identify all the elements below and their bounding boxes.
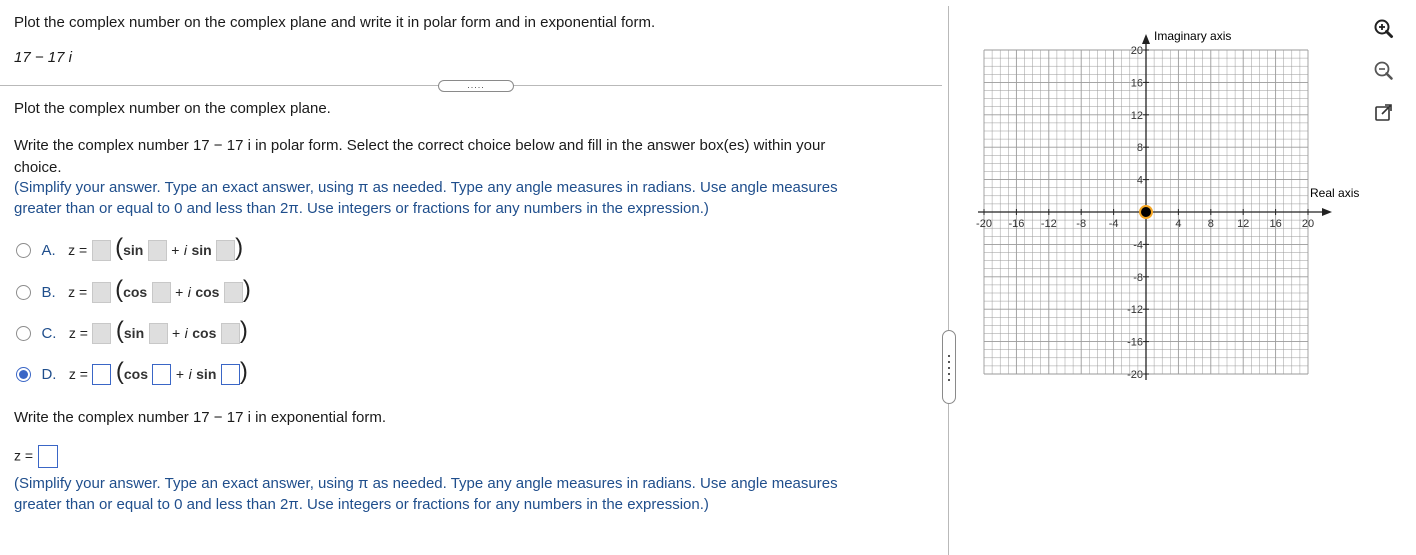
answer-box-angle2 xyxy=(220,323,240,345)
popout-icon[interactable] xyxy=(1373,102,1395,124)
answer-box-angle1 xyxy=(147,240,167,262)
y-tick-label: -16 xyxy=(1127,337,1143,349)
x-tick-label: 4 xyxy=(1175,218,1181,230)
plus: + xyxy=(175,284,184,300)
radio-b[interactable] xyxy=(16,285,31,301)
imag-unit: i xyxy=(188,366,192,382)
z-label: z = xyxy=(68,325,88,341)
plus: + xyxy=(171,242,180,258)
imag-unit: i xyxy=(187,284,191,300)
x-tick-label: 8 xyxy=(1208,218,1214,230)
y-tick-label: 4 xyxy=(1137,175,1143,187)
answer-box-angle2 xyxy=(223,282,243,304)
imaginary-axis-label: Imaginary axis xyxy=(1154,29,1231,43)
part3-text: Write the complex number 17 − 17 i in ex… xyxy=(14,409,386,426)
y-tick-label: 8 xyxy=(1137,142,1143,154)
fn-label: cos xyxy=(192,325,217,341)
choice-letter: D. xyxy=(41,366,57,383)
complex-number: 17 − 17 i xyxy=(14,49,72,66)
answer-box-modulus[interactable] xyxy=(92,364,112,386)
z-label: z = xyxy=(68,366,88,382)
fn-label: cos xyxy=(195,284,220,300)
radio-a[interactable] xyxy=(16,243,31,259)
x-tick-label: -16 xyxy=(1008,218,1024,230)
answer-box-modulus xyxy=(91,240,111,262)
x-tick-label: -8 xyxy=(1076,218,1086,230)
axes xyxy=(978,34,1332,380)
y-tick-label: 12 xyxy=(1131,110,1143,122)
y-tick-label: -4 xyxy=(1133,239,1143,251)
part2-text-line1: Write the complex number 17 − 17 i in po… xyxy=(14,137,826,154)
imaginary-axis-arrow xyxy=(1142,34,1150,44)
fn-label: sin xyxy=(123,325,145,341)
choice-a[interactable]: A. z = (sin + i sin ) xyxy=(16,236,243,262)
choice-letter: A. xyxy=(41,242,56,259)
part2-text-line2: choice. xyxy=(14,159,62,176)
point-dot[interactable] xyxy=(1141,207,1151,217)
x-tick-label: 12 xyxy=(1237,218,1249,230)
imag-unit: i xyxy=(183,242,187,258)
y-tick-label: 20 xyxy=(1131,45,1143,57)
radio-d-selected[interactable] xyxy=(16,367,31,383)
fn-label: sin xyxy=(196,366,217,382)
question-prompt: Plot the complex number on the complex p… xyxy=(14,14,656,31)
exponential-answer-row: z = xyxy=(14,445,58,468)
x-tick-label: -20 xyxy=(976,218,992,230)
fn-label: cos xyxy=(123,366,149,382)
plotted-point[interactable] xyxy=(1139,205,1153,219)
panel-resize-handle[interactable] xyxy=(942,330,956,404)
y-tick-label: -20 xyxy=(1127,369,1143,381)
part1-text: Plot the complex number on the complex p… xyxy=(14,100,331,117)
radio-c[interactable] xyxy=(16,326,31,342)
real-axis-arrow xyxy=(1322,208,1332,216)
answer-box-angle1[interactable] xyxy=(152,364,172,386)
part2-instruction-line2: greater than or equal to 0 and less than… xyxy=(14,200,709,217)
z-label: z = xyxy=(68,284,88,300)
answer-box-modulus xyxy=(91,282,111,304)
real-axis-label: Real axis xyxy=(1310,186,1359,200)
answer-box-angle1 xyxy=(151,282,171,304)
imag-unit: i xyxy=(184,325,188,341)
choice-c[interactable]: C. z = (sin + i cos ) xyxy=(16,319,248,345)
fn-label: sin xyxy=(191,242,212,258)
part3-instruction-line2: greater than or equal to 0 and less than… xyxy=(14,496,709,513)
part2-instruction-line1: (Simplify your answer. Type an exact ans… xyxy=(14,179,838,196)
choice-d[interactable]: D. z = (cos + i sin ) xyxy=(16,360,248,386)
y-tick-label: 16 xyxy=(1131,77,1143,89)
y-tick-label: -8 xyxy=(1133,272,1143,284)
part3-instruction-line1: (Simplify your answer. Type an exact ans… xyxy=(14,475,838,492)
answer-box-angle1 xyxy=(148,323,168,345)
zoom-out-icon[interactable] xyxy=(1372,60,1394,82)
answer-box-angle2 xyxy=(216,240,236,262)
x-tick-label: -4 xyxy=(1109,218,1119,230)
x-tick-label: 16 xyxy=(1269,218,1281,230)
z-label: z = xyxy=(14,447,34,464)
zoom-in-icon[interactable] xyxy=(1372,18,1394,40)
y-tick-label: -12 xyxy=(1127,304,1143,316)
panel-divider xyxy=(948,6,949,555)
z-label: z = xyxy=(68,242,88,258)
answer-box-modulus xyxy=(92,323,112,345)
choice-letter: C. xyxy=(41,325,57,342)
plus: + xyxy=(172,325,181,341)
plus: + xyxy=(175,366,185,382)
fn-label: sin xyxy=(123,242,144,258)
fn-label: cos xyxy=(123,284,148,300)
answer-box-angle2[interactable] xyxy=(220,364,240,386)
choice-letter: B. xyxy=(41,284,56,301)
expand-button[interactable]: ..... xyxy=(438,80,514,92)
exponential-answer-box[interactable] xyxy=(37,445,58,468)
choice-b[interactable]: B. z = (cos + i cos ) xyxy=(16,278,251,304)
x-tick-label: 20 xyxy=(1302,218,1314,230)
x-tick-label: -12 xyxy=(1041,218,1057,230)
complex-plane-graph[interactable]: -20 -16 -12 -8 -4 4 8 12 16 20 20 16 12 8 4 -4 -8 -12 -16 -… xyxy=(970,28,1370,388)
